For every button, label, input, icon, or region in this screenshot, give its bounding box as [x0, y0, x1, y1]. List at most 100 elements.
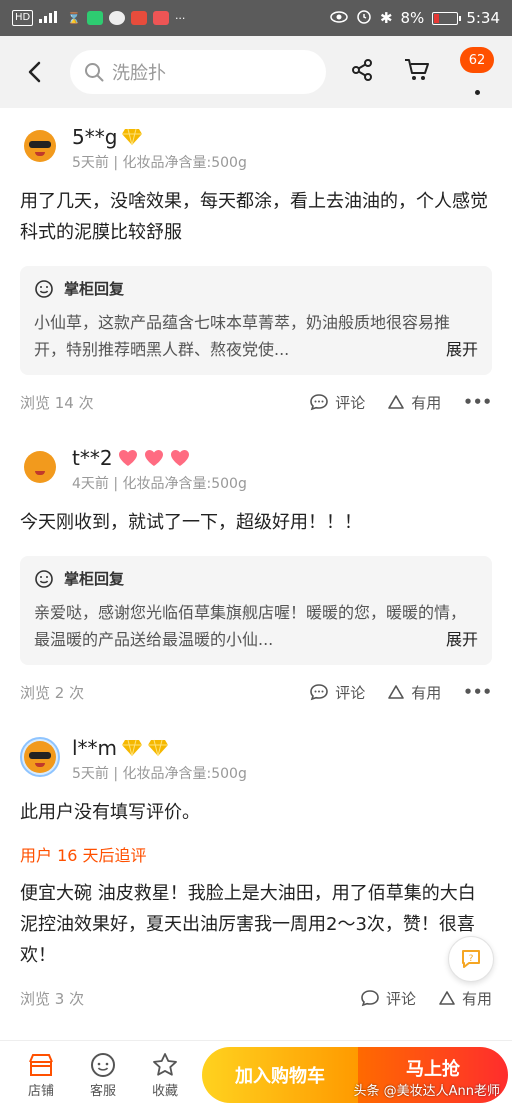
followup-text: 便宜大碗 油皮救星！我脸上是大油田，用了佰草集的大白泥控油效果好，夏天出油厉害我… — [20, 883, 476, 966]
smiley-icon — [34, 569, 54, 589]
battery-icon — [432, 11, 462, 25]
thumbs-up-icon — [439, 991, 455, 1005]
news-app-icon — [130, 11, 147, 25]
review-meta: 5天前 | 化妆品净含量:500g — [72, 766, 247, 782]
reply-title: 掌柜回复 — [64, 570, 125, 588]
shop-label: 店铺 — [27, 1084, 54, 1099]
shop-icon — [28, 1050, 54, 1080]
app-icon — [108, 11, 125, 25]
comment-button[interactable]: 评论 — [309, 682, 365, 703]
back-button[interactable] — [14, 52, 54, 92]
bluetooth-icon: ✱ — [379, 9, 393, 27]
review-item: l**m 5天前 | 化妆品净含量:500g 此用户没有填写评价。 用户 16 … — [0, 719, 512, 1025]
search-icon — [84, 62, 104, 82]
eye-icon — [330, 9, 348, 27]
ask-question-button[interactable]: ? — [448, 936, 494, 982]
diamond-icon — [148, 739, 169, 757]
service-button[interactable]: 客服 — [72, 1050, 134, 1099]
review-text: 用了几天，没啥效果，每天都涂，看上去油油的，个人感觉科式的泥膜比较舒服 — [20, 191, 488, 243]
top-nav: 洗脸扑 62 — [0, 36, 512, 108]
avatar[interactable] — [20, 447, 60, 487]
heart-icon — [170, 450, 189, 466]
review-meta: 4天前 | 化妆品净含量:500g — [72, 476, 247, 492]
comment-icon — [310, 394, 329, 411]
review-text: 今天刚收到，就试了一下，超级好用！！！ — [20, 512, 362, 533]
star-icon — [152, 1050, 178, 1080]
hourglass-icon: ⌛ — [67, 11, 81, 25]
useful-label: 有用 — [411, 683, 442, 702]
followup-label: 用户 16 天后追评 — [20, 846, 147, 865]
svg-text:?: ? — [469, 954, 474, 964]
reply-title: 掌柜回复 — [64, 280, 125, 298]
review-list: 5**g 5天前 | 化妆品净含量:500g 用了几天，没啥效果，每天都涂，看上… — [0, 108, 512, 1040]
useful-button[interactable]: 有用 — [387, 682, 441, 703]
add-to-cart-button[interactable]: 加入购物车 — [202, 1046, 358, 1103]
reviewer-name: t**2 — [72, 446, 113, 470]
share-button[interactable] — [350, 58, 374, 86]
wechat-icon — [86, 11, 103, 25]
comment-label: 评论 — [335, 393, 366, 412]
diamond-icon — [122, 739, 143, 757]
diamond-icon — [122, 128, 143, 146]
cart-icon — [405, 59, 429, 80]
watermark: 头条 @美妆达人Ann老师 — [353, 1084, 500, 1099]
reply-text: 亲爱哒，感谢您光临佰草集旗舰店喔！暖暖的您，暖暖的情，最温暖的产品送给最温暖的小… — [34, 603, 467, 649]
comment-button[interactable]: 评论 — [360, 988, 416, 1009]
flower-app-icon — [152, 11, 169, 25]
more-icon — [475, 90, 480, 95]
more-options-button[interactable]: ••• — [463, 393, 492, 411]
question-bubble-icon: ? — [462, 950, 480, 968]
search-placeholder: 洗脸扑 — [112, 63, 166, 84]
avatar[interactable] — [20, 126, 60, 166]
comment-icon — [310, 684, 329, 701]
useful-label: 有用 — [461, 989, 492, 1008]
chevron-left-icon — [28, 61, 41, 83]
comment-label: 评论 — [385, 989, 416, 1008]
review-text: 此用户没有填写评价。 — [20, 802, 200, 823]
view-count: 浏览 2 次 — [20, 683, 85, 702]
reply-text: 小仙草，这款产品蕴含七味本草菁萃，奶油般质地很容易推开，特别推荐晒黑人群、熬夜党… — [34, 313, 451, 359]
search-input[interactable]: 洗脸扑 — [70, 50, 326, 94]
share-icon — [352, 59, 372, 81]
status-icons-left: HD ⌛ ··· — [12, 10, 185, 26]
clock: 5:34 — [466, 9, 500, 27]
comment-icon — [361, 990, 379, 1007]
useful-button[interactable]: 有用 — [387, 392, 441, 413]
useful-button[interactable]: 有用 — [438, 988, 492, 1009]
status-icons-right: ✱ 8% 5:34 — [330, 8, 500, 28]
more-dots-icon: ··· — [174, 11, 186, 25]
avatar[interactable] — [20, 737, 60, 777]
battery-percent: 8% — [400, 9, 425, 27]
message-badge: 62 — [460, 47, 494, 73]
header-actions: 62 — [350, 47, 498, 95]
favorite-label: 收藏 — [151, 1084, 178, 1099]
view-count: 浏览 3 次 — [20, 989, 85, 1008]
reviewer-name: 5**g — [72, 125, 118, 149]
smiley-icon — [34, 279, 54, 299]
useful-label: 有用 — [411, 393, 442, 412]
review-meta: 5天前 | 化妆品净含量:500g — [72, 155, 247, 171]
review-item: 5**g 5天前 | 化妆品净含量:500g 用了几天，没啥效果，每天都涂，看上… — [0, 108, 512, 429]
alarm-icon — [356, 8, 372, 28]
favorite-button[interactable]: 收藏 — [134, 1050, 196, 1099]
thumbs-up-icon — [388, 395, 405, 409]
expand-link[interactable]: 展开 — [437, 336, 478, 363]
service-label: 客服 — [89, 1084, 116, 1099]
hd-indicator: HD — [12, 10, 34, 26]
thumbs-up-icon — [388, 685, 405, 699]
reviewer-name: l**m — [72, 736, 118, 760]
comment-label: 评论 — [335, 683, 366, 702]
expand-link[interactable]: 展开 — [437, 626, 478, 653]
signal-icon — [39, 10, 61, 26]
comment-button[interactable]: 评论 — [309, 392, 365, 413]
heart-icon — [118, 450, 137, 466]
message-button[interactable]: 62 — [460, 47, 494, 95]
shop-reply[interactable]: 掌柜回复 亲爱哒，感谢您光临佰草集旗舰店喔！暖暖的您，暖暖的情，最温暖的产品送给… — [20, 556, 492, 665]
cart-button[interactable] — [404, 58, 430, 86]
shop-reply[interactable]: 掌柜回复 小仙草，这款产品蕴含七味本草菁萃，奶油般质地很容易推开，特别推荐晒黑人… — [20, 266, 492, 375]
heart-icon — [144, 450, 163, 466]
service-icon — [90, 1050, 116, 1080]
more-options-button[interactable]: ••• — [463, 683, 492, 701]
review-item: t**2 4天前 | 化妆品净含量:500g 今天刚收到，就试了一下，超级好用！… — [0, 429, 512, 719]
shop-button[interactable]: 店铺 — [10, 1050, 72, 1099]
